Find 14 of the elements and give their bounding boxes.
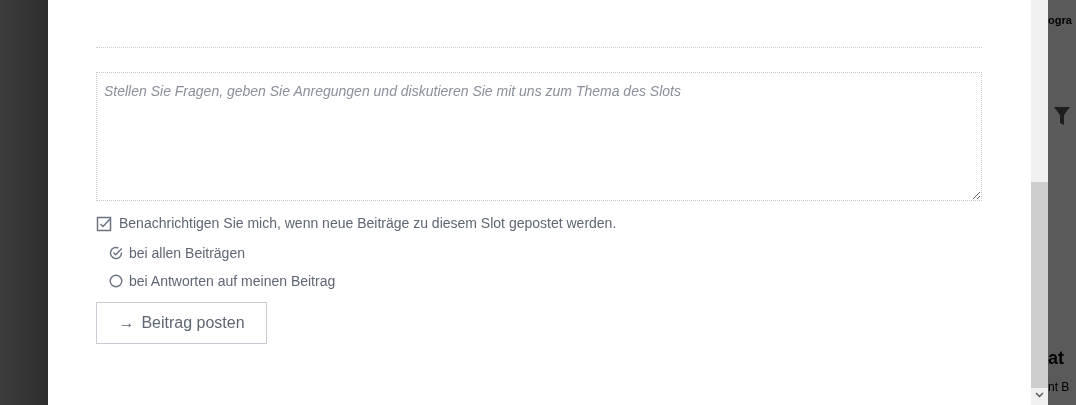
- background-text: nt B: [1048, 378, 1071, 396]
- background-text: at: [1048, 346, 1065, 370]
- scrollbar-thumb[interactable]: [1031, 182, 1048, 388]
- option-label: bei Antworten auf meinen Beitrag: [129, 271, 336, 291]
- checkbox-icon[interactable]: [96, 215, 112, 232]
- filter-icon: [1054, 106, 1070, 125]
- check-circle-icon[interactable]: [109, 246, 123, 260]
- notify-label: Benachrichtigen Sie mich, wenn neue Beiträge zu diesem Slot gepostet werden.: [119, 214, 617, 233]
- scroll-down-icon[interactable]: [1035, 392, 1044, 398]
- post-button[interactable]: → Beitrag posten: [96, 302, 267, 344]
- background-text: ogra: [1048, 13, 1073, 28]
- option-label: bei allen Beiträgen: [129, 243, 245, 263]
- comment-field[interactable]: Stellen Sie Fragen, geben Sie Anregungen und diskutieren Sie mit uns zum Thema des Slots: [96, 72, 982, 201]
- radio-circle-icon[interactable]: [109, 274, 123, 288]
